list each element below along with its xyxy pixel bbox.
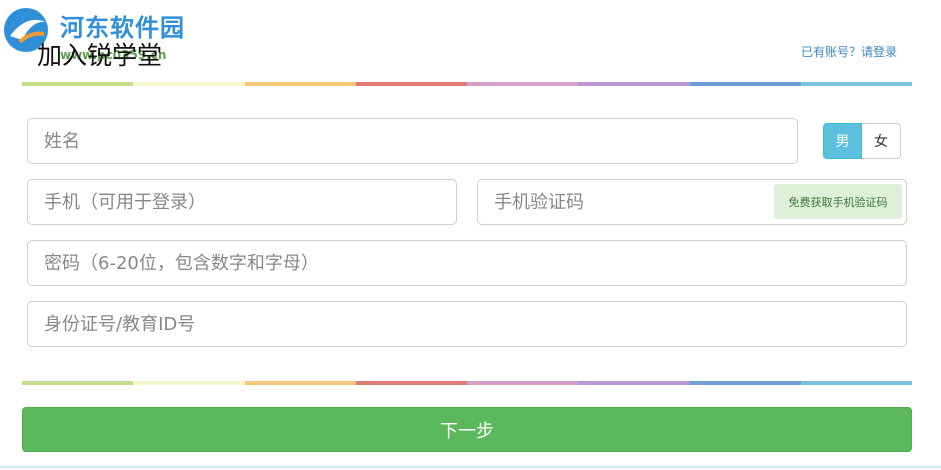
rainbow-segment (244, 381, 356, 385)
name-input[interactable] (27, 118, 798, 164)
phone-input[interactable] (27, 179, 457, 225)
rainbow-segment (133, 381, 245, 385)
rainbow-divider-bottom (22, 381, 912, 385)
password-input[interactable] (27, 240, 907, 286)
page-title: 加入锐学堂 (37, 41, 163, 70)
get-sms-code-button[interactable]: 免费获取手机验证码 (774, 184, 902, 219)
rainbow-segment (578, 82, 690, 86)
rainbow-segment (355, 381, 467, 385)
rainbow-segment (22, 381, 134, 385)
next-step-button[interactable]: 下一步 (22, 407, 912, 452)
rainbow-segment (133, 82, 245, 86)
bottom-border (0, 466, 941, 468)
rainbow-segment (22, 82, 134, 86)
rainbow-segment (689, 381, 801, 385)
gender-female-button[interactable]: 女 (862, 123, 901, 159)
rainbow-divider-top (22, 82, 912, 86)
rainbow-segment (689, 82, 801, 86)
rainbow-segment (800, 82, 912, 86)
rainbow-segment (800, 381, 912, 385)
rainbow-segment (578, 381, 690, 385)
rainbow-segment (355, 82, 467, 86)
login-link[interactable]: 已有账号？请登录 (801, 43, 897, 60)
rainbow-segment (467, 82, 579, 86)
rainbow-segment (467, 381, 579, 385)
gender-toggle: 男 女 (823, 123, 901, 159)
gender-male-button[interactable]: 男 (823, 123, 862, 159)
rainbow-segment (244, 82, 356, 86)
id-number-input[interactable] (27, 301, 907, 347)
